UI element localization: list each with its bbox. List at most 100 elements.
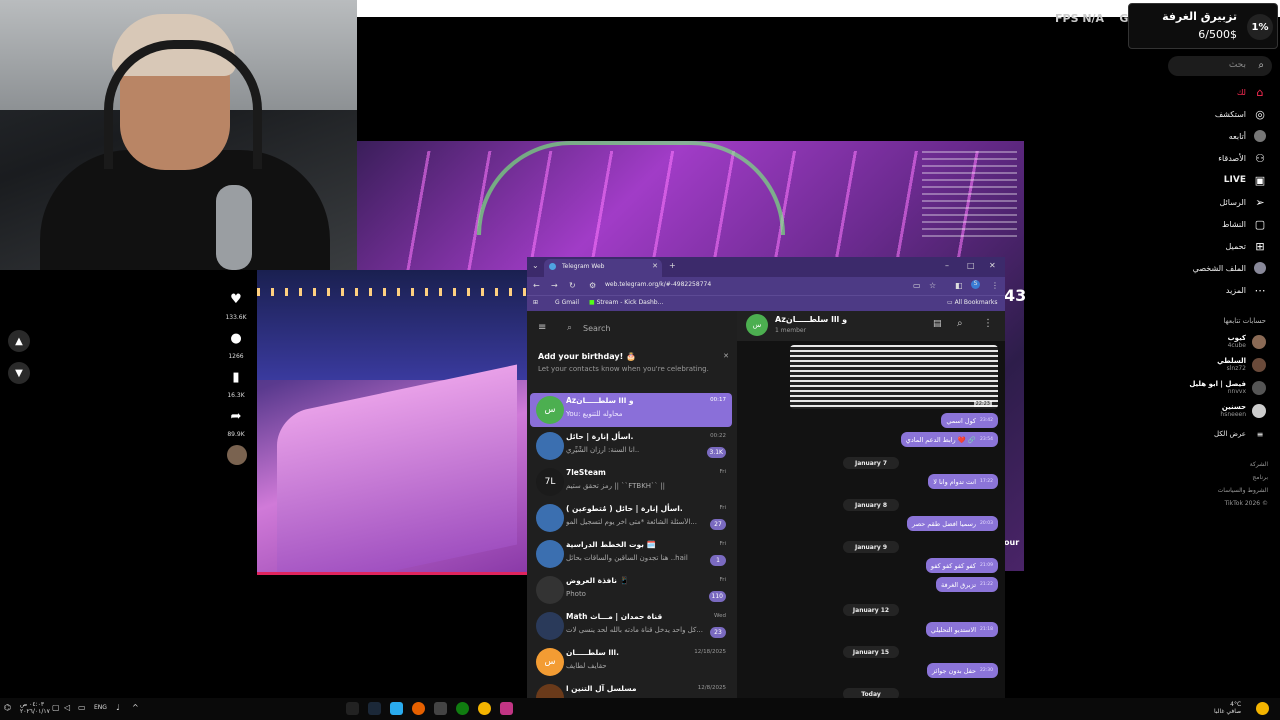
address-bar: ← → ↻ ⚙ web.telegram.org/k/#-4982258774 … [527,277,1005,295]
tiktok-app-icon[interactable] [346,702,359,715]
nav-following[interactable]: أتابعه [1229,126,1266,146]
next-video-button[interactable]: ▼ [8,362,30,384]
xbox-app-icon[interactable] [456,702,469,715]
nav-profile[interactable]: الملف الشخصي [1193,258,1266,278]
telegram-search-input[interactable]: ⌕ Search [563,320,729,340]
site-info-icon[interactable]: ⚙ [589,281,596,290]
message-bubble[interactable]: حفل بدون جوائز 22:30 [926,663,998,678]
bookmark-button[interactable]: ▮ [227,368,245,386]
following-account[interactable]: السلطي slnz72 [1217,355,1266,375]
telegram-app-icon[interactable] [390,702,403,715]
more-icon[interactable]: ⋮ [983,318,993,329]
profile-avatar[interactable]: S [971,280,980,289]
instagram-app-icon[interactable] [500,702,513,715]
star-icon[interactable]: ☆ [929,281,936,290]
creator-avatar[interactable] [227,445,247,465]
chat-list-item[interactable]: س Azو ااا سلطـــــان You: محاوله للتنويع 00… [530,393,732,427]
tiktok-video[interactable] [257,270,527,575]
message-bubble[interactable]: تزبرق الغرفة 21:22 [936,577,998,592]
following-account[interactable]: كيوب 4cube [1228,332,1266,352]
like-button[interactable]: ♥ [227,290,245,308]
room-goal-title: تزبيرق الغرفة [1162,10,1237,23]
conversation-header[interactable]: س Azو ااا سلطـــــان 1 member ▤ ⌕ ⋮ [737,311,1005,341]
chat-list-item[interactable]: س ااا سلطـــــان. حقايف لطايف 12/18/2025 [530,645,732,679]
chat-list-item[interactable]: نافذة العروض 📱 Photo Fri 110 [530,573,732,607]
comment-button[interactable]: ● [227,329,245,347]
hamburger-menu-icon[interactable]: ≡ [538,322,546,333]
apps-icon[interactable]: ⊞ [533,299,538,306]
app-icon[interactable] [434,702,447,715]
footer-link[interactable]: الشركة [1250,461,1268,468]
menu-icon[interactable]: ⋮ [991,281,999,290]
message-bubble[interactable]: كفو كفو كفو كفو 21:09 [925,558,998,573]
reload-icon[interactable]: ↻ [569,281,576,290]
search-icon[interactable]: ⌕ [957,318,963,329]
steam-app-icon[interactable] [368,702,381,715]
minimize-button[interactable]: – [945,261,949,270]
nav-activity[interactable]: النشاط ▢ [1222,214,1266,234]
tab-telegram[interactable]: Telegram Web ✕ [544,259,662,277]
sticker-message[interactable]: 22:23 [790,345,998,409]
message-bubble[interactable]: رسميا افضل طقم حصر 20:03 [907,516,998,531]
chat-avatar [536,432,564,460]
weather-widget[interactable]: 4°C صافي غالبا [1214,701,1241,715]
overlay-text: our [1004,538,1020,547]
chat-list-item[interactable]: اسأل إنارة | حائل. انا السنة: أرزان الشِّ… [530,429,732,463]
chrome-app-icon[interactable] [478,702,491,715]
bookmark-gmail[interactable]: G Gmail [555,299,579,306]
previous-video-button[interactable]: ▲ [8,330,30,352]
wifi-icon[interactable]: ⌬ [4,703,11,712]
extension-icon[interactable]: ◧ [955,281,963,290]
firefox-app-icon[interactable] [412,702,425,715]
nav-upload[interactable]: تحميل ⊞ [1226,236,1267,256]
microphone-icon[interactable]: ♩ [116,703,120,712]
message-text: تزبرق الغرفة [941,580,977,589]
cast-icon[interactable]: ▭ [913,281,921,290]
close-window-button[interactable]: ✕ [989,261,996,270]
footer-link[interactable]: الشروط والسياسات [1218,487,1268,494]
birthday-banner[interactable]: Add your birthday! 🎂 Let your contacts k… [527,347,737,381]
close-icon[interactable]: ✕ [723,352,729,360]
search-icon[interactable]: ⌕ [1258,60,1264,71]
following-account[interactable]: حسنين hsneeen [1220,401,1266,421]
all-bookmarks[interactable]: ▭ All Bookmarks [947,299,997,306]
share-button[interactable]: ➦ [227,407,245,425]
chat-list-item[interactable]: Math قناة حمدان | مـــاث كل واحد يدخل قنا… [530,609,732,643]
see-all-link[interactable]: عرض الكل ≡ [1214,424,1266,444]
tab-search-icon[interactable]: ⌄ [532,261,539,270]
upload-icon: ⊞ [1255,239,1265,253]
new-tab-button[interactable]: + [669,261,676,270]
footer-link[interactable]: برنامج [1252,474,1268,481]
message-bubble[interactable]: انت تدوام وانا لا 17:22 [928,474,998,489]
back-icon[interactable]: ← [533,281,540,290]
nav-for-you[interactable]: لك ⌂ [1237,82,1266,102]
forward-icon[interactable]: → [551,281,558,290]
tab-bar: ⌄ Telegram Web ✕ + – □ ✕ [527,257,1005,277]
chat-list-item[interactable]: بوت الخطط الدراسية 🗓️ هنا تجدون الساقين و… [530,537,732,571]
maximize-button[interactable]: □ [967,261,975,270]
close-icon[interactable]: ✕ [652,262,658,270]
chevron-up-icon[interactable]: ^ [132,703,139,712]
bookmark-kick[interactable]: ■ Stream - Kick Dashb... [589,299,663,306]
nav-friends[interactable]: الأصدقاء ⚇ [1218,148,1266,168]
chat-list-item[interactable]: 7L 7leSteam رمز تحقق ستيم || ``FTBKH`` || F… [530,465,732,499]
following-account[interactable]: فيصل | ابو هليل nnvvx [1189,378,1266,398]
search-input[interactable]: بحث ⌕ [1168,56,1272,76]
nav-more[interactable]: المزيد ⋯ [1226,280,1266,300]
friends-icon: ⚇ [1255,151,1265,165]
chat-list-item[interactable]: اسأل إنارة | حائل ( مُتطوعين ). الأسئلة ا… [530,501,732,535]
clock[interactable]: ٠٤:٠٣ ص ٢٠٢٦/٠١/١٧ [20,701,50,715]
nav-messages[interactable]: الرسائل ➢ [1220,192,1267,212]
nav-explore[interactable]: استكشف ◎ [1215,104,1266,124]
message-bubble[interactable]: كول اسمي 23:42 [941,413,998,428]
message-text: كول اسمي [946,416,977,425]
message-bubble[interactable]: الاستديو التحليلي 21:18 [925,622,998,637]
network-icon[interactable]: ▭ [78,703,86,712]
speaker-icon[interactable]: ◁ [64,703,70,712]
message-bubble[interactable]: رابط الدعم المادي ❤️ 🔗 23:54 [900,432,998,447]
nav-live[interactable]: LIVE ▣ [1224,170,1266,190]
language-indicator[interactable]: ENG [94,704,107,711]
chat-icon[interactable]: ▢ [52,703,60,712]
chat-icon[interactable]: ▤ [933,319,942,329]
url-field[interactable]: web.telegram.org/k/#-4982258774 [605,281,711,288]
